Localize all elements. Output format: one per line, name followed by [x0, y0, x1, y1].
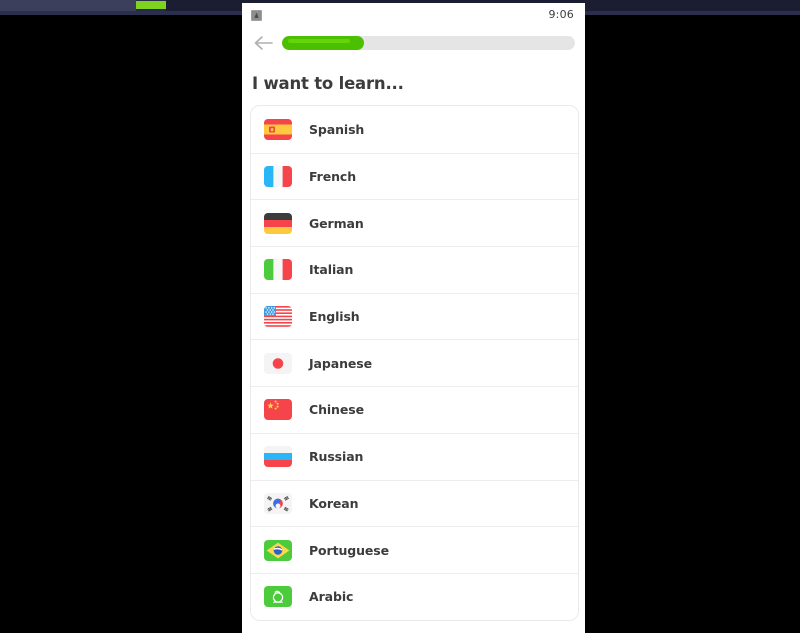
flag-south-korea-icon [264, 492, 292, 514]
list-item-chinese[interactable]: Chinese [251, 386, 578, 433]
list-item-portuguese[interactable]: Portuguese [251, 526, 578, 573]
list-item-label: English [309, 309, 360, 325]
flag-italy-icon [264, 259, 292, 281]
status-bar: 9:06 [242, 3, 585, 28]
progress-bar-fill [282, 36, 365, 50]
onboarding-progress-bar [282, 36, 575, 50]
flag-spain-icon [264, 118, 292, 140]
back-arrow-icon[interactable] [250, 30, 276, 56]
list-item-german[interactable]: German [251, 199, 578, 247]
list-item-label: Korean [309, 495, 359, 511]
flag-france-icon [264, 166, 292, 188]
list-item-label: Japanese [309, 355, 372, 371]
list-item-label: Arabic [309, 589, 354, 605]
list-item-label: Russian [309, 449, 364, 465]
flag-germany-icon [264, 212, 292, 234]
flag-russia-icon [264, 446, 292, 468]
list-item-label: German [309, 215, 364, 231]
phone-screen: 9:06 I want to learn... Spanish French G… [242, 3, 585, 633]
list-item-spanish[interactable]: Spanish [251, 106, 578, 153]
status-bar-clock: 9:06 [548, 8, 574, 21]
flag-brazil-icon [264, 539, 292, 561]
list-item-label: Spanish [309, 121, 365, 137]
list-item-japanese[interactable]: Japanese [251, 339, 578, 387]
progress-bar-gloss [288, 38, 351, 43]
list-item-arabic[interactable]: Arabic [251, 572, 578, 620]
list-item-english[interactable]: English [251, 292, 578, 340]
flag-japan-icon [264, 352, 292, 374]
language-list-card: Spanish French German Italian English Ja… [250, 105, 579, 621]
list-item-russian[interactable]: Russian [251, 432, 578, 480]
list-item-korean[interactable]: Korean [251, 479, 578, 527]
list-item-label: French [309, 169, 356, 185]
list-item-label: Portuguese [309, 542, 390, 558]
os-bar-left-segment [0, 0, 136, 11]
list-item-french[interactable]: French [251, 152, 578, 200]
app-notification-icon [251, 10, 262, 21]
flag-usa-icon [264, 306, 292, 328]
flag-saudi-arabia-icon [264, 586, 292, 608]
list-item-label: Chinese [309, 402, 364, 418]
nav-row [242, 28, 585, 58]
os-bar-accent-segment [136, 1, 166, 9]
desktop-background: 9:06 I want to learn... Spanish French G… [0, 0, 800, 633]
list-item-italian[interactable]: Italian [251, 246, 578, 293]
list-item-label: Italian [309, 262, 354, 278]
page-title: I want to learn... [252, 74, 404, 93]
flag-china-icon [264, 399, 292, 421]
